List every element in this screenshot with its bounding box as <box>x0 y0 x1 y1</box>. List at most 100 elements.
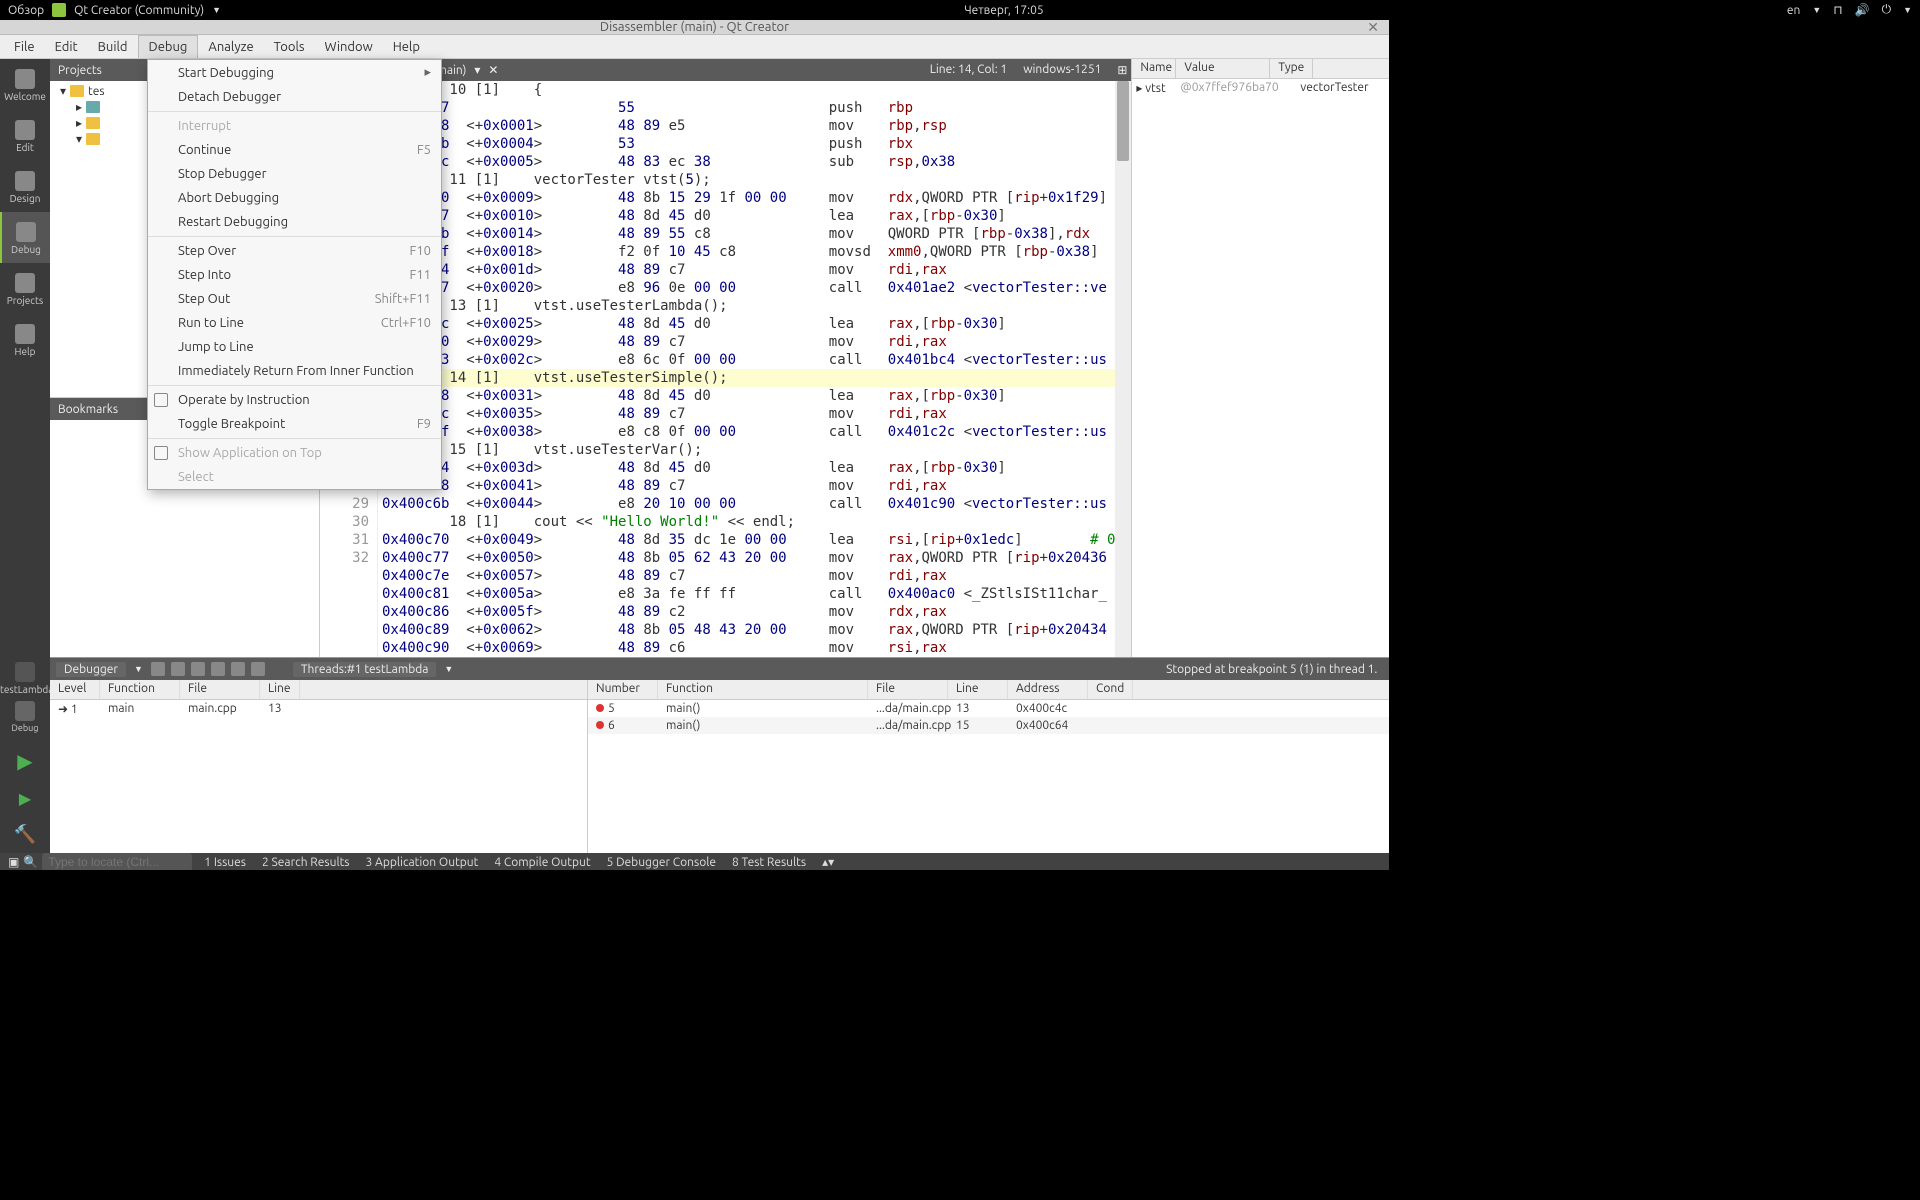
breakpoint-row[interactable]: 6main()...da/main.cpp150x400c64 <box>588 717 1451 734</box>
output-tab--application-output[interactable]: 3 Application Output <box>358 854 487 871</box>
col-name[interactable]: Name <box>1132 59 1176 78</box>
locator-input[interactable] <box>42 853 192 871</box>
window-titlebar: Disassembler (main) - Qt Creator ✕ <box>0 20 1389 35</box>
menu-debug[interactable]: Debug <box>138 35 199 58</box>
menu-item-jump-to-line[interactable]: Jump to Line <box>148 335 441 359</box>
stack-file: main.cpp <box>180 702 260 716</box>
step-icon <box>156 244 170 258</box>
menu-item-operate-by-instruction[interactable]: Operate by Instruction <box>148 388 441 412</box>
qt-icon <box>52 3 66 17</box>
thread-selector[interactable]: Threads:#1 testLambda <box>293 662 437 677</box>
var-name[interactable]: vtst <box>1145 82 1166 95</box>
app-menu[interactable]: Qt Creator (Community) <box>74 4 204 17</box>
toggle-sidebar-icon[interactable]: ▣ <box>8 855 19 869</box>
tab-dropdown-icon[interactable]: ▾ <box>474 63 480 77</box>
stack-view[interactable]: Level Function File Line ➜ 1 main main.c… <box>50 680 588 853</box>
output-tab--debugger-console[interactable]: 5 Debugger Console <box>599 854 724 871</box>
menu-item-start-debugging[interactable]: Start Debugging▸ <box>148 60 441 85</box>
col-file[interactable]: File <box>180 680 260 699</box>
debug-menu-dropdown: Start Debugging▸Detach DebuggerInterrupt… <box>147 59 442 490</box>
menu-item-detach-debugger[interactable]: Detach Debugger <box>148 85 441 109</box>
menu-item-step-out[interactable]: Step OutShift+F11 <box>148 287 441 311</box>
menu-window[interactable]: Window <box>315 36 383 58</box>
col-line[interactable]: Line <box>948 680 1008 699</box>
col-number[interactable]: Number <box>588 680 658 699</box>
col-type[interactable]: Type <box>1270 59 1313 78</box>
step-into-icon[interactable] <box>211 662 225 676</box>
lang-indicator[interactable]: en <box>1787 4 1800 17</box>
col-file[interactable]: File <box>868 680 948 699</box>
more-icon[interactable]: ▴▾ <box>822 855 834 869</box>
network-icon[interactable]: ⊓ <box>1833 3 1842 17</box>
sidebar-item-edit[interactable]: Edit <box>0 110 50 161</box>
col-level[interactable]: Level <box>50 680 100 699</box>
menu-build[interactable]: Build <box>88 36 138 58</box>
target-selector[interactable]: testLambdaDebug <box>0 652 50 741</box>
menu-item-immediately-return-from-inner-function[interactable]: Immediately Return From Inner Function <box>148 359 441 383</box>
stack-func: main <box>100 702 180 716</box>
stack-level: 1 <box>71 703 78 716</box>
col-function[interactable]: Function <box>658 680 868 699</box>
split-editor-icon[interactable]: ⊞ <box>1117 63 1127 77</box>
col-address[interactable]: Address <box>1008 680 1088 699</box>
menu-item-step-over[interactable]: Step OverF10 <box>148 239 441 263</box>
gnome-topbar: Обзор Qt Creator (Community)▼ Четверг, 1… <box>0 0 1920 20</box>
run-button[interactable]: ▶ <box>0 741 50 781</box>
col-line[interactable]: Line <box>260 680 300 699</box>
menu-file[interactable]: File <box>4 36 45 58</box>
sidebar-item-design[interactable]: Design <box>0 161 50 212</box>
sidebar-item-help[interactable]: Help <box>0 314 50 365</box>
sidebar-item-debug[interactable]: Debug <box>0 212 50 263</box>
activities-label[interactable]: Обзор <box>8 4 44 17</box>
step-icon <box>156 268 170 282</box>
output-tab--search-results[interactable]: 2 Search Results <box>254 854 358 871</box>
menu-bar: FileEditBuildDebugAnalyzeToolsWindowHelp <box>0 35 1389 59</box>
instruction-icon[interactable] <box>251 662 265 676</box>
encoding-label[interactable]: windows-1251 <box>1023 63 1101 77</box>
sidebar-item-welcome[interactable]: Welcome <box>0 59 50 110</box>
col-value[interactable]: Value <box>1176 59 1270 78</box>
close-tab-icon[interactable]: ✕ <box>488 63 498 77</box>
search-icon: 🔍 <box>23 855 38 869</box>
checkbox-icon <box>154 393 168 407</box>
menu-analyze[interactable]: Analyze <box>198 36 263 58</box>
menu-item-abort-debugging[interactable]: Abort Debugging <box>148 186 441 210</box>
output-tab--test-results[interactable]: 8 Test Results <box>724 854 814 871</box>
power-icon[interactable]: ⏻ <box>1882 3 1892 17</box>
stop-icon[interactable] <box>171 662 185 676</box>
volume-icon[interactable]: 🔊 <box>1855 3 1870 17</box>
menu-item-step-into[interactable]: Step IntoF11 <box>148 263 441 287</box>
play-icon <box>156 143 170 157</box>
menu-item-stop-debugger[interactable]: Stop Debugger <box>148 162 441 186</box>
step-out-icon[interactable] <box>231 662 245 676</box>
project-root[interactable]: tes <box>88 85 105 98</box>
output-tab--issues[interactable]: 1 Issues <box>196 854 254 871</box>
menu-item-run-to-line[interactable]: Run to LineCtrl+F10 <box>148 311 441 335</box>
menu-item-toggle-breakpoint[interactable]: Toggle BreakpointF9 <box>148 412 441 436</box>
menu-tools[interactable]: Tools <box>264 36 315 58</box>
debugger-selector[interactable]: Debugger <box>56 662 126 677</box>
clock-label[interactable]: Четверг, 17:05 <box>964 4 1043 17</box>
close-icon[interactable]: ✕ <box>1367 19 1379 36</box>
select-icon <box>156 470 170 484</box>
menu-help[interactable]: Help <box>383 36 430 58</box>
run-debug-button[interactable]: ▶ <box>0 781 50 816</box>
breakpoints-view[interactable]: Number Function File Line Address Cond 5… <box>588 680 1451 853</box>
continue-icon[interactable] <box>151 662 165 676</box>
submenu-arrow-icon: ▸ <box>424 65 431 80</box>
menu-item-restart-debugging[interactable]: Restart Debugging <box>148 210 441 234</box>
col-function[interactable]: Function <box>100 680 180 699</box>
sidebar-item-projects[interactable]: Projects <box>0 263 50 314</box>
breakpoint-row[interactable]: 5main()...da/main.cpp130x400c4c <box>588 700 1451 717</box>
menu-edit[interactable]: Edit <box>45 36 88 58</box>
vertical-scrollbar[interactable] <box>1115 81 1131 657</box>
output-tab--compile-output[interactable]: 4 Compile Output <box>486 854 598 871</box>
line-col-label[interactable]: Line: 14, Col: 1 <box>930 63 1007 77</box>
checkbox-icon <box>154 446 168 460</box>
debugger-status: Stopped at breakpoint 5 (1) in thread 1. <box>1166 663 1377 676</box>
menu-item-continue[interactable]: ContinueF5 <box>148 138 441 162</box>
col-cond[interactable]: Cond <box>1088 680 1133 699</box>
debugger-toolbar: Debugger▼ Threads:#1 testLambda▼ Stopped… <box>50 658 1451 680</box>
build-button[interactable]: 🔨 <box>0 816 50 853</box>
step-over-icon[interactable] <box>191 662 205 676</box>
